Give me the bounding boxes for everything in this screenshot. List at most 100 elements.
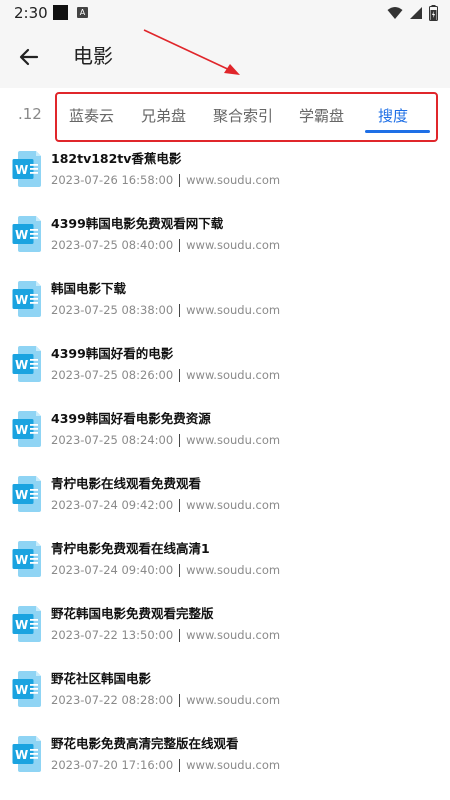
- active-tab-indicator: [365, 130, 430, 133]
- result-source: www.soudu.com: [186, 433, 281, 447]
- result-meta: 2023-07-22 08:28:00 www.soudu.com: [51, 693, 280, 707]
- result-source: www.soudu.com: [186, 368, 281, 382]
- source-tabs: .12 蓝奏云 兄弟盘 聚合索引 学霸盘 搜度: [0, 88, 450, 142]
- svg-text:W: W: [15, 618, 28, 632]
- meta-divider: [179, 303, 181, 317]
- status-icons: [387, 5, 438, 21]
- svg-text:W: W: [15, 683, 28, 697]
- signal-icon: [410, 7, 422, 19]
- svg-text:W: W: [15, 748, 28, 762]
- result-meta: 2023-07-25 08:24:00 www.soudu.com: [51, 433, 280, 447]
- meta-divider: [179, 368, 181, 382]
- result-meta: 2023-07-24 09:42:00 www.soudu.com: [51, 498, 280, 512]
- arrow-left-icon: [19, 48, 39, 66]
- svg-text:W: W: [15, 423, 28, 437]
- meta-divider: [179, 563, 181, 577]
- meta-divider: [179, 758, 181, 772]
- result-title: 182tv182tv香蕉电影: [51, 151, 182, 166]
- list-item[interactable]: W 野花社区韩国电影 2023-07-22 08:28:00 www.soudu…: [0, 660, 450, 725]
- result-source: www.soudu.com: [186, 173, 281, 187]
- result-meta: 2023-07-24 09:40:00 www.soudu.com: [51, 563, 280, 577]
- result-date: 2023-07-25 08:38:00: [51, 303, 174, 317]
- meta-divider: [179, 498, 181, 512]
- battery-icon: [429, 5, 438, 21]
- result-title: 野花韩国电影免费观看完整版: [51, 606, 214, 621]
- svg-text:W: W: [15, 358, 28, 372]
- back-button[interactable]: [14, 42, 44, 72]
- result-date: 2023-07-25 08:24:00: [51, 433, 174, 447]
- result-meta: 2023-07-22 13:50:00 www.soudu.com: [51, 628, 280, 642]
- svg-text:W: W: [15, 553, 28, 567]
- result-title: 青柠电影免费观看在线高清1: [51, 541, 210, 556]
- result-source: www.soudu.com: [186, 303, 281, 317]
- result-date: 2023-07-22 08:28:00: [51, 693, 174, 707]
- result-date: 2023-07-20 17:16:00: [51, 758, 174, 772]
- meta-divider: [179, 433, 181, 447]
- word-document-icon: W: [12, 671, 41, 707]
- result-meta: 2023-07-20 17:16:00 www.soudu.com: [51, 758, 280, 772]
- svg-text:W: W: [15, 228, 28, 242]
- result-date: 2023-07-24 09:42:00: [51, 498, 174, 512]
- word-document-icon: W: [12, 151, 41, 187]
- list-item[interactable]: W 青柠电影免费观看在线高清1 2023-07-24 09:40:00 www.…: [0, 530, 450, 595]
- result-date: 2023-07-26 16:58:00: [51, 173, 174, 187]
- result-source: www.soudu.com: [186, 238, 281, 252]
- result-source: www.soudu.com: [186, 563, 281, 577]
- result-source: www.soudu.com: [186, 628, 281, 642]
- meta-divider: [179, 173, 181, 187]
- meta-divider: [179, 693, 181, 707]
- wifi-icon: [387, 7, 403, 19]
- svg-text:W: W: [15, 163, 28, 177]
- word-document-icon: W: [12, 606, 41, 642]
- result-date: 2023-07-25 08:40:00: [51, 238, 174, 252]
- tab-soudu[interactable]: 搜度: [378, 105, 408, 126]
- list-item[interactable]: W 青柠电影在线观看免费观看 2023-07-24 09:42:00 www.s…: [0, 465, 450, 530]
- page-title: 电影: [73, 44, 113, 68]
- list-item[interactable]: W 4399韩国电影免费观看网下载 2023-07-25 08:40:00 ww…: [0, 205, 450, 270]
- result-title: 4399韩国好看的电影: [51, 346, 174, 361]
- status-time: 2:30: [14, 4, 48, 22]
- tab-xuebapan[interactable]: 学霸盘: [299, 105, 344, 126]
- list-item[interactable]: W 野花电影免费高清完整版在线观看 2023-07-20 17:16:00 ww…: [0, 725, 450, 790]
- list-item[interactable]: W 4399韩国好看电影免费资源 2023-07-25 08:24:00 www…: [0, 400, 450, 465]
- word-document-icon: W: [12, 541, 41, 577]
- result-title: 野花社区韩国电影: [51, 671, 152, 686]
- result-source: www.soudu.com: [186, 758, 281, 772]
- word-document-icon: W: [12, 476, 41, 512]
- word-document-icon: W: [12, 281, 41, 317]
- result-source: www.soudu.com: [186, 498, 281, 512]
- result-source: www.soudu.com: [186, 693, 281, 707]
- tab-xiongdipan[interactable]: 兄弟盘: [141, 105, 186, 126]
- tab-juhe-suoyin[interactable]: 聚合索引: [213, 105, 273, 126]
- result-title: 4399韩国好看电影免费资源: [51, 411, 211, 426]
- result-title: 青柠电影在线观看免费观看: [51, 476, 202, 491]
- result-date: 2023-07-25 08:26:00: [51, 368, 174, 382]
- annotation-arrow-icon: [143, 29, 240, 75]
- status-bar: 2:30 A: [0, 0, 450, 26]
- result-meta: 2023-07-25 08:38:00 www.soudu.com: [51, 303, 280, 317]
- tab-lanzouyun[interactable]: 蓝奏云: [69, 105, 114, 126]
- list-item[interactable]: W 182tv182tv香蕉电影 2023-07-26 16:58:00 www…: [0, 140, 450, 205]
- list-item[interactable]: W 韩国电影下载 2023-07-25 08:38:00 www.soudu.c…: [0, 270, 450, 335]
- result-meta: 2023-07-25 08:40:00 www.soudu.com: [51, 238, 280, 252]
- result-meta: 2023-07-26 16:58:00 www.soudu.com: [51, 173, 280, 187]
- word-document-icon: W: [12, 216, 41, 252]
- results-list: W 182tv182tv香蕉电影 2023-07-26 16:58:00 www…: [0, 140, 450, 790]
- word-document-icon: W: [12, 411, 41, 447]
- meta-divider: [179, 238, 181, 252]
- result-title: 韩国电影下载: [51, 281, 127, 296]
- result-meta: 2023-07-25 08:26:00 www.soudu.com: [51, 368, 280, 382]
- result-title: 野花电影免费高清完整版在线观看: [51, 736, 239, 751]
- word-document-icon: W: [12, 346, 41, 382]
- notification-a-icon: A: [77, 7, 88, 18]
- notification-square-icon: [53, 5, 68, 20]
- result-date: 2023-07-22 13:50:00: [51, 628, 174, 642]
- list-item[interactable]: W 野花韩国电影免费观看完整版 2023-07-22 13:50:00 www.…: [0, 595, 450, 660]
- list-item[interactable]: W 4399韩国好看的电影 2023-07-25 08:26:00 www.so…: [0, 335, 450, 400]
- result-title: 4399韩国电影免费观看网下载: [51, 216, 224, 231]
- tab-partial-previous[interactable]: .12: [18, 105, 42, 123]
- word-document-icon: W: [12, 736, 41, 772]
- meta-divider: [179, 628, 181, 642]
- result-date: 2023-07-24 09:40:00: [51, 563, 174, 577]
- svg-text:W: W: [15, 488, 28, 502]
